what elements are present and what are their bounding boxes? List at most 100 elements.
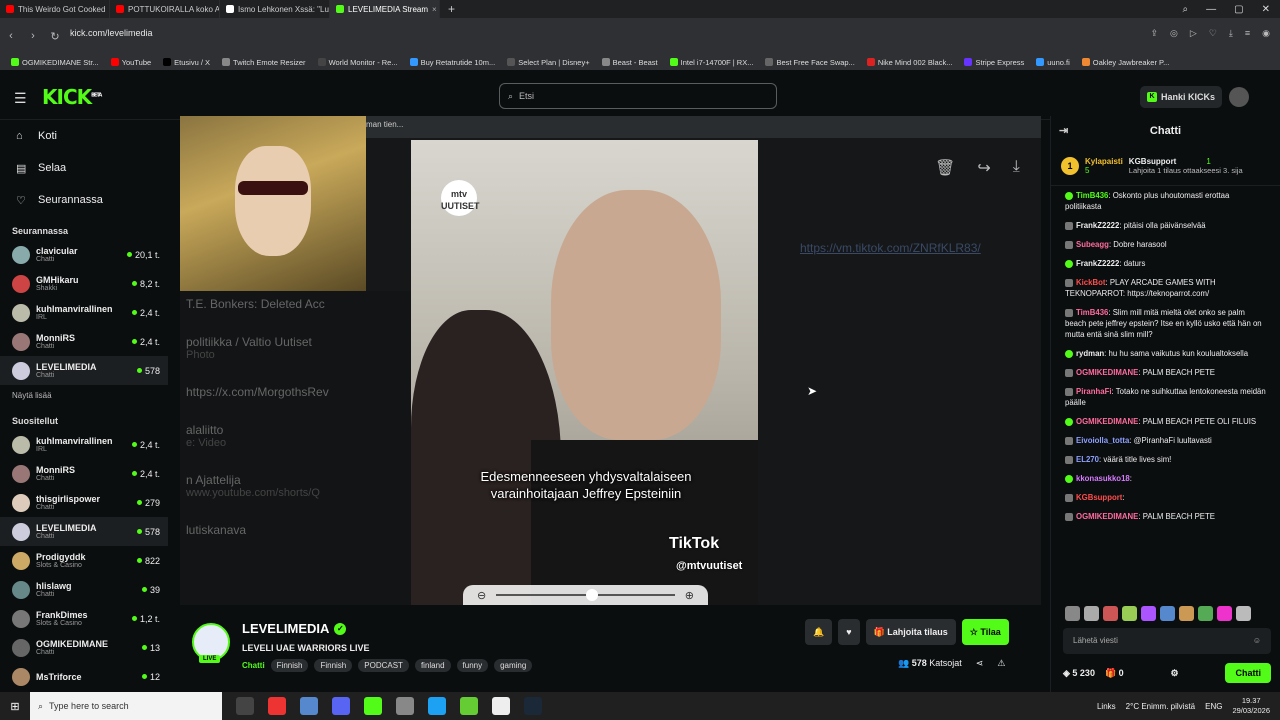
share-icon-channel[interactable]: ⋖ (976, 658, 984, 669)
chat-username[interactable]: rydman (1076, 349, 1104, 358)
chat-username[interactable]: OGMIKEDIMANE (1076, 417, 1138, 426)
get-kicks-button[interactable]: K Hanki KICKs (1140, 86, 1223, 108)
emote-picker-icon[interactable]: ☺ (1253, 636, 1261, 646)
windows-start-icon[interactable]: ⊞ (0, 700, 30, 713)
bookmark-item[interactable]: Intel i7-14700F | RX... (665, 58, 759, 67)
menu-icon[interactable]: ≡ (1245, 28, 1250, 39)
sidebar-channel-thisgirlispower[interactable]: thisgirlispower Chatti 279 (0, 488, 168, 517)
bookmark-item[interactable]: Best Free Face Swap... (760, 58, 859, 67)
profile-icon[interactable]: ◉ (1262, 28, 1270, 39)
maximize-icon[interactable]: ▢ (1234, 4, 1243, 15)
edge-icon[interactable] (428, 697, 446, 715)
kick-app-icon[interactable] (364, 697, 382, 715)
sidebar-channel-frankdimes[interactable]: FrankDimes Slots & Casino 1,2 t. (0, 604, 168, 633)
photos-icon[interactable] (300, 697, 318, 715)
sidebar-channel-monnirs[interactable]: MonniRS Chatti 2,4 t. (0, 327, 168, 356)
task-view-icon[interactable] (236, 697, 254, 715)
taskbar-search[interactable]: ⌕ Type here to search (30, 692, 222, 720)
zoom-control[interactable]: ⊖ ⊕ (463, 585, 708, 605)
tiktok-link[interactable]: https://vm.tiktok.com/ZNRfKLR83/ (800, 241, 981, 255)
tag-chip[interactable]: funny (456, 659, 489, 672)
sidebar-channel-gmhikaru[interactable]: GMHikaru Shakki 8,2 t. (0, 269, 168, 298)
chat-settings-icon[interactable]: ⚙ (1171, 668, 1179, 679)
chat-username[interactable]: kkonasukko18 (1076, 474, 1130, 483)
weather-widget[interactable]: 2°C Enimm. pilvistä (1126, 702, 1195, 711)
gift-count[interactable]: 🎁 0 (1105, 668, 1124, 679)
sidebar-channel-kuhlmanvirallinen[interactable]: kuhlmanvirallinen IRL 2,4 t. (0, 298, 168, 327)
share-arrow-icon[interactable]: ↪ (977, 158, 990, 178)
points[interactable]: ◈ 5 230 (1063, 668, 1095, 679)
emote-icon[interactable] (1198, 606, 1213, 621)
zoom-out-icon[interactable]: ⊖ (477, 589, 486, 602)
sidebar-channel-mstriforce[interactable]: MsTriforce 12 (0, 662, 168, 691)
browser-tab[interactable]: Ismo Lehkonen Xssä: "Lu× (220, 0, 330, 18)
chat-username[interactable]: TimB436 (1076, 308, 1108, 317)
sidebar-channel-monnirs[interactable]: MonniRS Chatti 2,4 t. (0, 459, 168, 488)
sidebar-channel-clavicular[interactable]: clavicular Chatti 20,1 t. (0, 240, 168, 269)
chat-username[interactable]: Subeagg (1076, 240, 1109, 249)
tiktok-video[interactable]: mtv UUTISET Edesmenneeseen yhdysvaltalai… (411, 140, 758, 605)
emote-icon[interactable] (1103, 606, 1118, 621)
bookmark-item[interactable]: Etusivu / X (158, 58, 215, 67)
sidebar-channel-levelimedia[interactable]: LEVELIMEDIA Chatti 578 (0, 356, 168, 385)
kick-logo[interactable]: KICKBETA (42, 85, 102, 109)
language-indicator[interactable]: ENG (1205, 702, 1222, 711)
browser-tab[interactable]: POTTUKOIRALLA koko An× (110, 0, 220, 18)
screenshot-icon[interactable]: ◎ (1170, 28, 1178, 39)
obs-icon[interactable] (492, 697, 510, 715)
chat-username[interactable]: KickBot (1076, 278, 1105, 287)
bookmark-item[interactable]: YouTube (106, 58, 156, 67)
emote-icon[interactable] (1217, 606, 1232, 621)
chat-username[interactable]: FrankZ2222 (1076, 259, 1119, 268)
bookmark-item[interactable]: Stripe Express (959, 58, 1029, 67)
chat-username[interactable]: TimB436 (1076, 191, 1108, 200)
channel-name[interactable]: LEVELIMEDIA ✓ (242, 621, 347, 636)
opera-icon[interactable] (268, 697, 286, 715)
emote-icon[interactable] (1122, 606, 1137, 621)
video-player[interactable]: man tien... T.E. Bonkers: Deleted Acc pol… (180, 116, 1041, 605)
sidebar-channel-ogmikedimane[interactable]: OGMIKEDIMANE Chatti 13 (0, 633, 168, 662)
bookmark-item[interactable]: Nike Mind 002 Black... (862, 58, 958, 67)
collapse-chat-icon[interactable]: ⇥ (1059, 124, 1068, 137)
delete-icon[interactable]: 🗑 (935, 158, 955, 178)
share-icon[interactable]: ⇪ (1150, 28, 1158, 39)
follow-button[interactable]: ♥ (838, 619, 860, 645)
zoom-in-icon[interactable]: ⊕ (685, 589, 694, 602)
user-avatar[interactable] (1229, 87, 1249, 107)
reload-icon[interactable]: ↻ (44, 30, 66, 43)
emote-icon[interactable] (1084, 606, 1099, 621)
sidebar-channel-hlislawg[interactable]: hlislawg Chatti 39 (0, 575, 168, 604)
bookmark-item[interactable]: uuno.fi (1031, 58, 1075, 67)
browser-tab[interactable]: LEVELIMEDIA Stream × (330, 0, 440, 18)
tag-chip[interactable]: Finnish (270, 659, 309, 672)
chat-input[interactable]: Lähetä viesti ☺ (1063, 628, 1271, 654)
chat-username[interactable]: KGBsupport (1076, 493, 1122, 502)
play-icon[interactable]: ▷ (1190, 28, 1197, 39)
download-icon[interactable]: ⤓ (1013, 158, 1020, 178)
favorite-icon[interactable]: ♡ (1209, 28, 1217, 39)
emote-icon[interactable] (1141, 606, 1156, 621)
chat-username[interactable]: FrankZ2222 (1076, 221, 1119, 230)
notify-button[interactable]: 🔔 (805, 619, 833, 645)
send-chat-button[interactable]: Chatti (1225, 663, 1271, 683)
emote-icon[interactable] (1179, 606, 1194, 621)
media-icon[interactable] (460, 697, 478, 715)
bookmark-item[interactable]: Buy Retatrutide 10m... (405, 58, 501, 67)
category-link[interactable]: Chatti (242, 661, 265, 670)
leader-second-user[interactable]: KGBsupport (1129, 157, 1177, 166)
browser-tab[interactable]: This Weirdo Got Cooked× (0, 0, 110, 18)
gift-sub-button[interactable]: 🎁 Lahjoita tilaus (865, 619, 956, 645)
report-icon[interactable]: ⚠ (997, 658, 1005, 669)
hamburger-icon[interactable]: ☰ (14, 90, 27, 107)
close-window-icon[interactable]: ✕ (1262, 4, 1270, 15)
show-more-link[interactable]: Näytä lisää (0, 385, 168, 406)
bookmark-item[interactable]: Beast - Beast (597, 58, 663, 67)
tag-chip[interactable]: gaming (494, 659, 533, 672)
bookmark-item[interactable]: OGMIKEDIMANE Str... (6, 58, 104, 67)
clock[interactable]: 19.37 29/03/2026 (1232, 696, 1270, 716)
chat-username[interactable]: Eivoiolla_totta (1076, 436, 1129, 445)
chat-username[interactable]: PiranhaFi (1076, 387, 1112, 396)
sidebar-channel-kuhlmanvirallinen[interactable]: kuhlmanvirallinen IRL 2,4 t. (0, 430, 168, 459)
bookmark-item[interactable]: World Monitor - Re... (313, 58, 403, 67)
forward-icon[interactable]: › (22, 30, 44, 42)
